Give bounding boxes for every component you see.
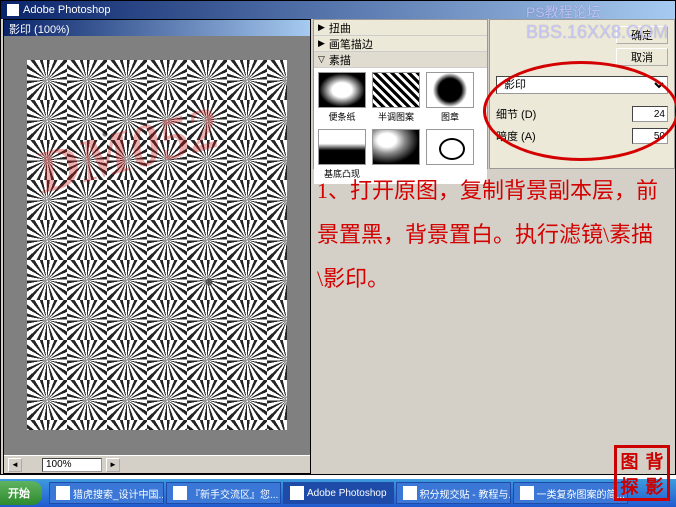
category-label: 扭曲 (329, 20, 351, 36)
cancel-button[interactable]: 取消 (616, 48, 668, 66)
document-titlebar[interactable]: 影印 (100%) (4, 20, 310, 36)
app-icon (520, 486, 534, 500)
app-icon (173, 486, 187, 500)
filter-gallery-panel: ▶ 扭曲 ▶ 画笔描边 ▽ 素描 便条纸 半调图案 图章 基底凸现 (313, 19, 488, 169)
stamp-char: 图 (617, 448, 642, 473)
taskbar-item[interactable]: 一类复杂图案的简... (513, 482, 628, 504)
watermark-line1: PS教程论坛 (526, 2, 668, 22)
watermark-line2: BBS.16XX8.COM (526, 22, 668, 43)
param-detail: 细节 (D) (496, 106, 668, 122)
taskbar-item-active[interactable]: Adobe Photoshop (283, 482, 394, 504)
status-bar: ◄ ► (4, 455, 310, 473)
thumb-preview (372, 129, 420, 165)
seal-stamp: 图 背 探 影 (614, 445, 670, 501)
image-pattern-overlay (27, 60, 287, 430)
thumb-preview (318, 129, 366, 165)
document-window: 影印 (100%) DM052 ◄ ► (3, 19, 311, 474)
app-icon (56, 486, 70, 500)
start-button[interactable]: 开始 (0, 481, 42, 505)
param-label: 细节 (D) (496, 106, 536, 122)
app-window: Adobe Photoshop 影印 (100%) DM052 ◄ ► ▶ 扭曲… (0, 0, 676, 475)
stamp-char: 探 (617, 473, 642, 498)
param-label: 暗度 (A) (496, 128, 536, 144)
scroll-left-icon[interactable]: ◄ (8, 458, 22, 472)
filter-category-sketch[interactable]: ▽ 素描 (314, 52, 487, 68)
canvas-area[interactable]: DM052 (4, 36, 310, 453)
filter-thumb[interactable]: 便条纸 (318, 72, 366, 123)
app-icon (7, 4, 19, 16)
thumb-preview (426, 72, 474, 108)
instruction-text: 1、打开原图，复制背景副本层，前景置黑，背景置白。执行滤镜\素描\影印。 (317, 169, 673, 301)
button-row: 取消 (496, 48, 668, 66)
filter-thumb[interactable]: 图章 (426, 72, 474, 123)
stamp-char: 影 (642, 473, 667, 498)
filter-category-distort[interactable]: ▶ 扭曲 (314, 20, 487, 36)
category-label: 素描 (329, 52, 351, 68)
filter-thumb[interactable]: 半调图案 (372, 72, 420, 123)
scroll-right-icon[interactable]: ► (106, 458, 120, 472)
page-watermark: PS教程论坛 BBS.16XX8.COM (526, 2, 668, 43)
canvas-image (27, 60, 287, 430)
zoom-input[interactable] (42, 458, 102, 472)
app-title: Adobe Photoshop (23, 4, 110, 16)
document-title: 影印 (100%) (9, 24, 70, 36)
filter-thumbnails: 便条纸 半调图案 图章 基底凸现 (314, 68, 487, 184)
thumb-preview (372, 72, 420, 108)
expand-icon: ▶ (318, 22, 325, 33)
thumb-preview (426, 129, 474, 165)
thumb-preview (318, 72, 366, 108)
expand-icon: ▶ (318, 38, 325, 49)
param-detail-input[interactable] (632, 106, 668, 122)
collapse-icon: ▽ (318, 54, 325, 65)
app-icon (403, 486, 417, 500)
taskbar: 开始 猎虎搜索_设计中国... 『新手交流区』您... Adobe Photos… (0, 479, 676, 507)
taskbar-item[interactable]: 『新手交流区』您... (166, 482, 281, 504)
category-label: 画笔描边 (329, 36, 373, 52)
taskbar-item[interactable]: 猎虎搜索_设计中国... (49, 482, 164, 504)
taskbar-item[interactable]: 积分规交贴 - 教程与... (396, 482, 511, 504)
filter-name-dropdown[interactable]: 影印 (496, 76, 668, 94)
param-darkness-input[interactable] (632, 128, 668, 144)
filter-category-brush[interactable]: ▶ 画笔描边 (314, 36, 487, 52)
app-icon (290, 486, 304, 500)
start-label: 开始 (8, 485, 30, 501)
param-darkness: 暗度 (A) (496, 128, 668, 144)
stamp-char: 背 (642, 448, 667, 473)
